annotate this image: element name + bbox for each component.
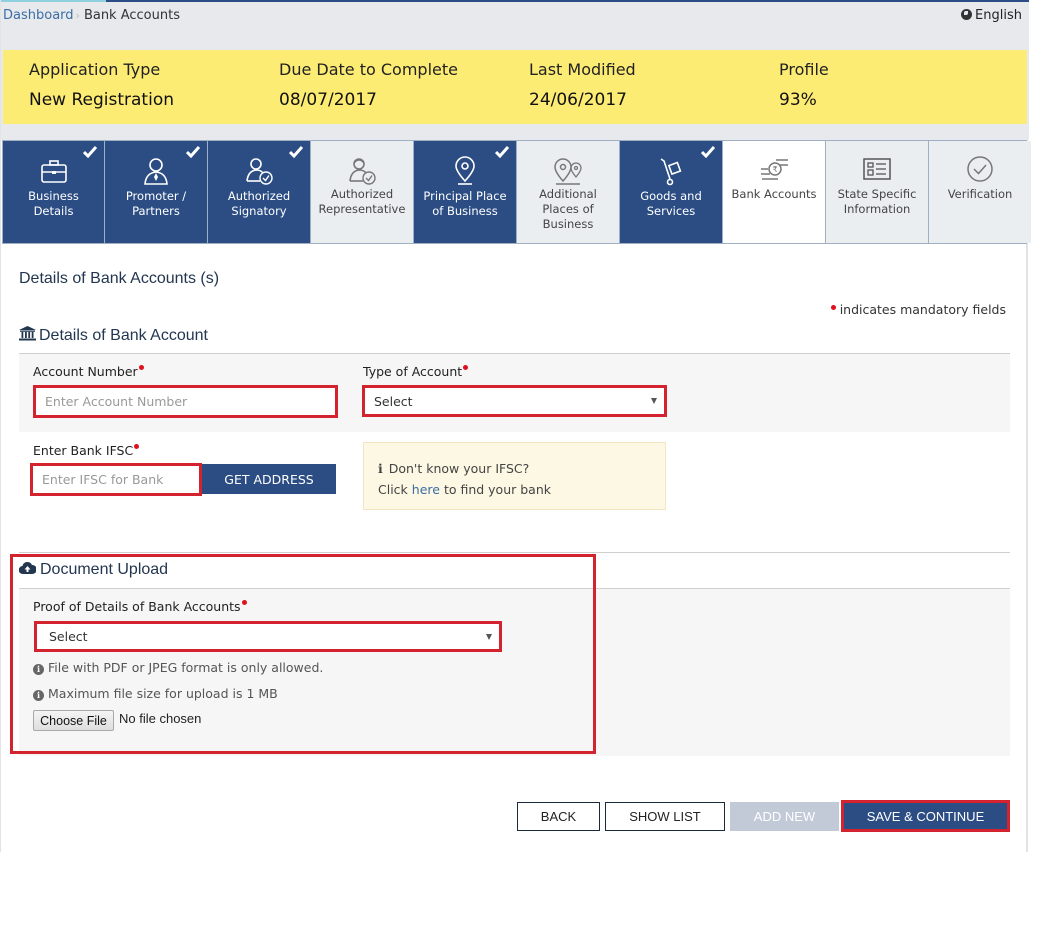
page-title: Details of Bank Accounts (s) bbox=[19, 270, 220, 287]
svg-text:₹: ₹ bbox=[772, 165, 777, 174]
top-rule bbox=[1, 0, 1029, 2]
back-button[interactable]: BACK bbox=[517, 802, 600, 831]
mandatory-note-text: indicates mandatory fields bbox=[839, 302, 1006, 317]
add-new-button[interactable]: ADD NEW bbox=[730, 802, 839, 831]
info-label: Last Modified bbox=[529, 60, 636, 79]
info-icon: i bbox=[378, 461, 383, 476]
required-dot-icon bbox=[138, 365, 144, 370]
ifsc-help-line1: Don't know your IFSC? bbox=[388, 461, 530, 476]
tab-label: Additional Places of Business bbox=[539, 187, 597, 231]
mandatory-note: indicates mandatory fields bbox=[830, 302, 1006, 317]
ifsc-help-rest: to find your bank bbox=[443, 482, 551, 497]
tab-business-details[interactable]: Business Details bbox=[3, 141, 105, 243]
required-dot-icon bbox=[134, 444, 140, 449]
application-info-bar: Application Type New Registration Due Da… bbox=[3, 50, 1027, 124]
account-type-select[interactable]: Select bbox=[362, 385, 667, 417]
breadcrumb-dashboard-link[interactable]: Dashboard bbox=[3, 8, 74, 23]
ifsc-help-box: i Don't know your IFSC? Click here to fi… bbox=[363, 442, 666, 510]
map-pins-icon bbox=[554, 158, 582, 185]
tab-label: Verification bbox=[947, 187, 1013, 201]
tab-authorized-signatory[interactable]: Authorized Signatory bbox=[208, 141, 311, 243]
tab-principal-place-of-business[interactable]: Principal Place of Business bbox=[414, 141, 517, 243]
tab-label: Business Details bbox=[28, 189, 79, 218]
tab-label: Authorized Representative bbox=[318, 187, 406, 216]
tab-label: Principal Place of Business bbox=[423, 189, 507, 218]
breadcrumb-separator-icon: › bbox=[75, 9, 80, 22]
person-icon bbox=[144, 158, 168, 185]
dropdown-arrow-icon bbox=[651, 398, 657, 404]
language-selector[interactable]: English bbox=[961, 8, 1022, 23]
tab-label: Goods and Services bbox=[640, 189, 702, 218]
tab-bank-accounts[interactable]: ₹ Bank Accounts bbox=[723, 141, 826, 243]
info-value: 24/06/2017 bbox=[529, 90, 627, 110]
account-number-label-text: Account Number bbox=[33, 364, 138, 379]
find-ifsc-link[interactable]: here bbox=[412, 482, 440, 497]
briefcase-icon bbox=[40, 160, 67, 183]
page: Dashboard › Bank Accounts English Applicat… bbox=[0, 0, 1031, 852]
globe-icon bbox=[961, 9, 973, 20]
divider bbox=[19, 552, 1010, 553]
tab-authorized-representative[interactable]: Authorized Representative bbox=[311, 141, 414, 243]
check-circle-icon bbox=[967, 156, 993, 182]
rupee-coin-icon: ₹ bbox=[761, 159, 788, 180]
info-due-date: Due Date to Complete 08/07/2017 bbox=[279, 60, 458, 110]
checkmark-icon bbox=[495, 146, 509, 158]
upload-highlight-frame bbox=[10, 554, 596, 754]
bank-account-heading: Details of Bank Account bbox=[19, 326, 208, 345]
map-pin-icon bbox=[455, 156, 475, 185]
breadcrumb: Dashboard › Bank Accounts bbox=[3, 8, 180, 23]
registration-steps: Business Details Promoter / Partners Aut… bbox=[2, 140, 1031, 244]
ifsc-label: Enter Bank IFSC bbox=[33, 443, 140, 458]
ifsc-input[interactable]: Enter IFSC for Bank bbox=[30, 463, 202, 496]
ifsc-help-click: Click bbox=[378, 482, 408, 497]
tab-label: Promoter / Partners bbox=[125, 189, 187, 218]
save-continue-button[interactable]: SAVE & CONTINUE bbox=[841, 800, 1010, 832]
language-label: English bbox=[975, 8, 1022, 23]
info-value: 93% bbox=[779, 90, 817, 110]
tab-label: Bank Accounts bbox=[731, 187, 817, 201]
representative-icon bbox=[349, 158, 376, 185]
show-list-button[interactable]: SHOW LIST bbox=[605, 802, 725, 831]
info-value: 08/07/2017 bbox=[279, 90, 377, 110]
tab-state-specific-information[interactable]: State Specific Information bbox=[826, 141, 929, 243]
tab-promoter-partners[interactable]: Promoter / Partners bbox=[105, 141, 208, 243]
tab-label: Authorized Signatory bbox=[227, 189, 291, 218]
hand-truck-icon bbox=[660, 158, 682, 186]
account-type-selected: Select bbox=[374, 393, 413, 409]
account-number-input[interactable]: Enter Account Number bbox=[33, 385, 338, 418]
account-type-label: Type of Account bbox=[363, 364, 469, 379]
person-check-icon bbox=[246, 158, 273, 185]
checkmark-icon bbox=[701, 146, 715, 158]
ifsc-label-text: Enter Bank IFSC bbox=[33, 443, 134, 458]
info-last-modified: Last Modified 24/06/2017 bbox=[529, 60, 636, 110]
account-number-placeholder: Enter Account Number bbox=[45, 394, 188, 409]
info-label: Due Date to Complete bbox=[279, 60, 458, 79]
checkmark-icon bbox=[83, 146, 97, 158]
get-address-button[interactable]: GET ADDRESS bbox=[202, 464, 336, 494]
tab-label: State Specific Information bbox=[837, 187, 917, 216]
checkmark-icon bbox=[186, 146, 200, 158]
info-value: New Registration bbox=[29, 90, 174, 110]
breadcrumb-current: Bank Accounts bbox=[83, 8, 180, 23]
checkmark-icon bbox=[289, 146, 303, 158]
required-dot-icon bbox=[463, 365, 469, 370]
account-type-label-text: Type of Account bbox=[363, 364, 463, 379]
account-number-label: Account Number bbox=[33, 364, 144, 379]
ifsc-placeholder: Enter IFSC for Bank bbox=[42, 472, 164, 487]
info-profile: Profile 93% bbox=[779, 60, 829, 110]
info-application-type: Application Type New Registration bbox=[29, 60, 174, 110]
tab-additional-places-of-business[interactable]: Additional Places of Business bbox=[517, 141, 620, 243]
bank-icon bbox=[19, 326, 36, 341]
info-label: Application Type bbox=[29, 60, 161, 79]
bank-account-heading-text: Details of Bank Account bbox=[39, 327, 208, 344]
id-card-icon bbox=[863, 158, 891, 180]
mandatory-dot-icon bbox=[830, 305, 836, 310]
info-label: Profile bbox=[779, 60, 829, 79]
tab-verification[interactable]: Verification bbox=[929, 141, 1031, 243]
tab-goods-and-services[interactable]: Goods and Services bbox=[620, 141, 723, 243]
